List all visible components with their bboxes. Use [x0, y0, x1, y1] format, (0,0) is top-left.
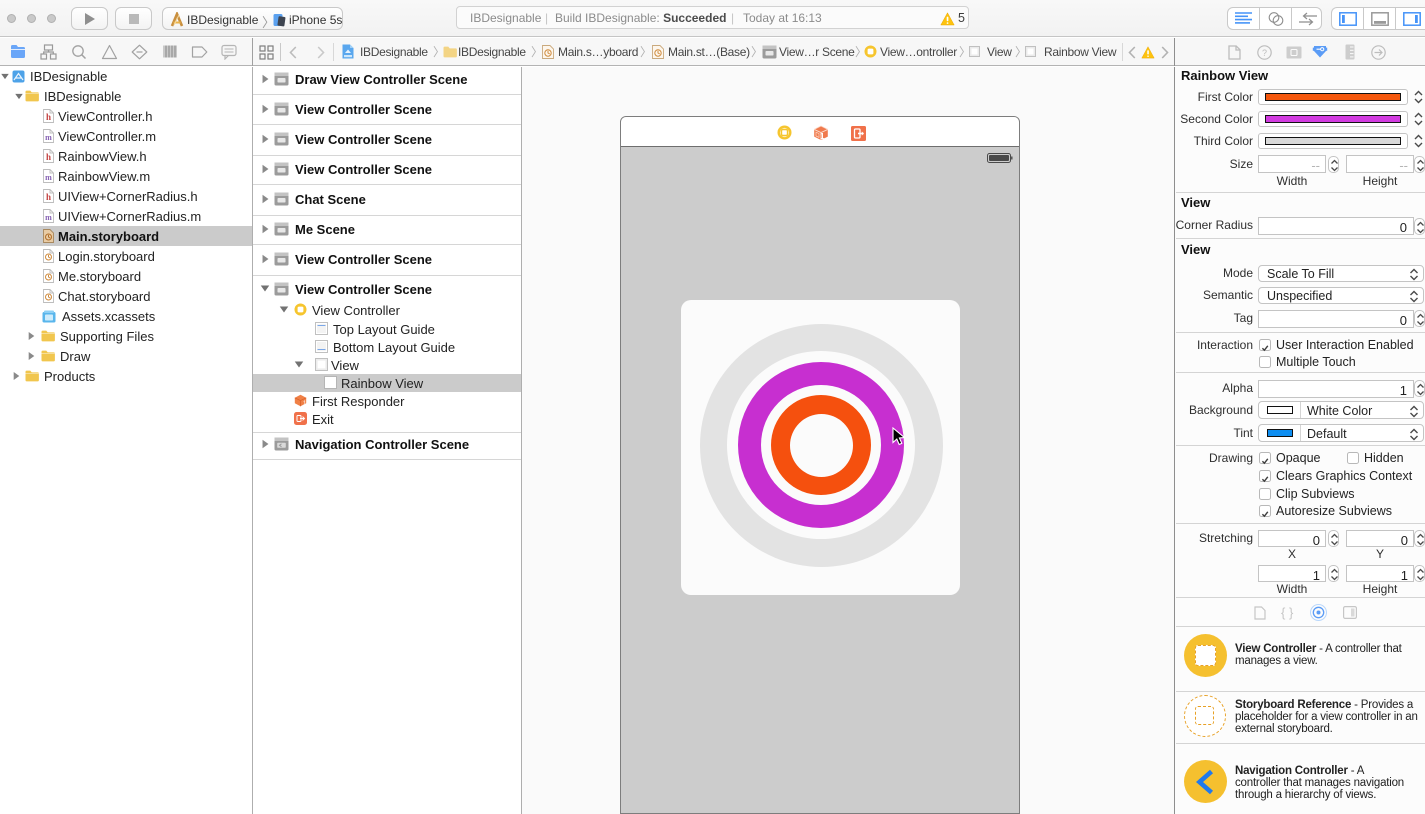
svg-text:1: 1 — [820, 132, 825, 141]
svg-text:h: h — [46, 152, 51, 162]
svg-text:?: ? — [1262, 48, 1267, 58]
svg-text:m: m — [45, 213, 52, 222]
svg-text:h: h — [46, 192, 51, 202]
svg-text:m: m — [45, 133, 52, 142]
svg-text:m: m — [45, 173, 52, 182]
svg-text:1: 1 — [303, 401, 307, 407]
svg-text:h: h — [46, 112, 51, 122]
